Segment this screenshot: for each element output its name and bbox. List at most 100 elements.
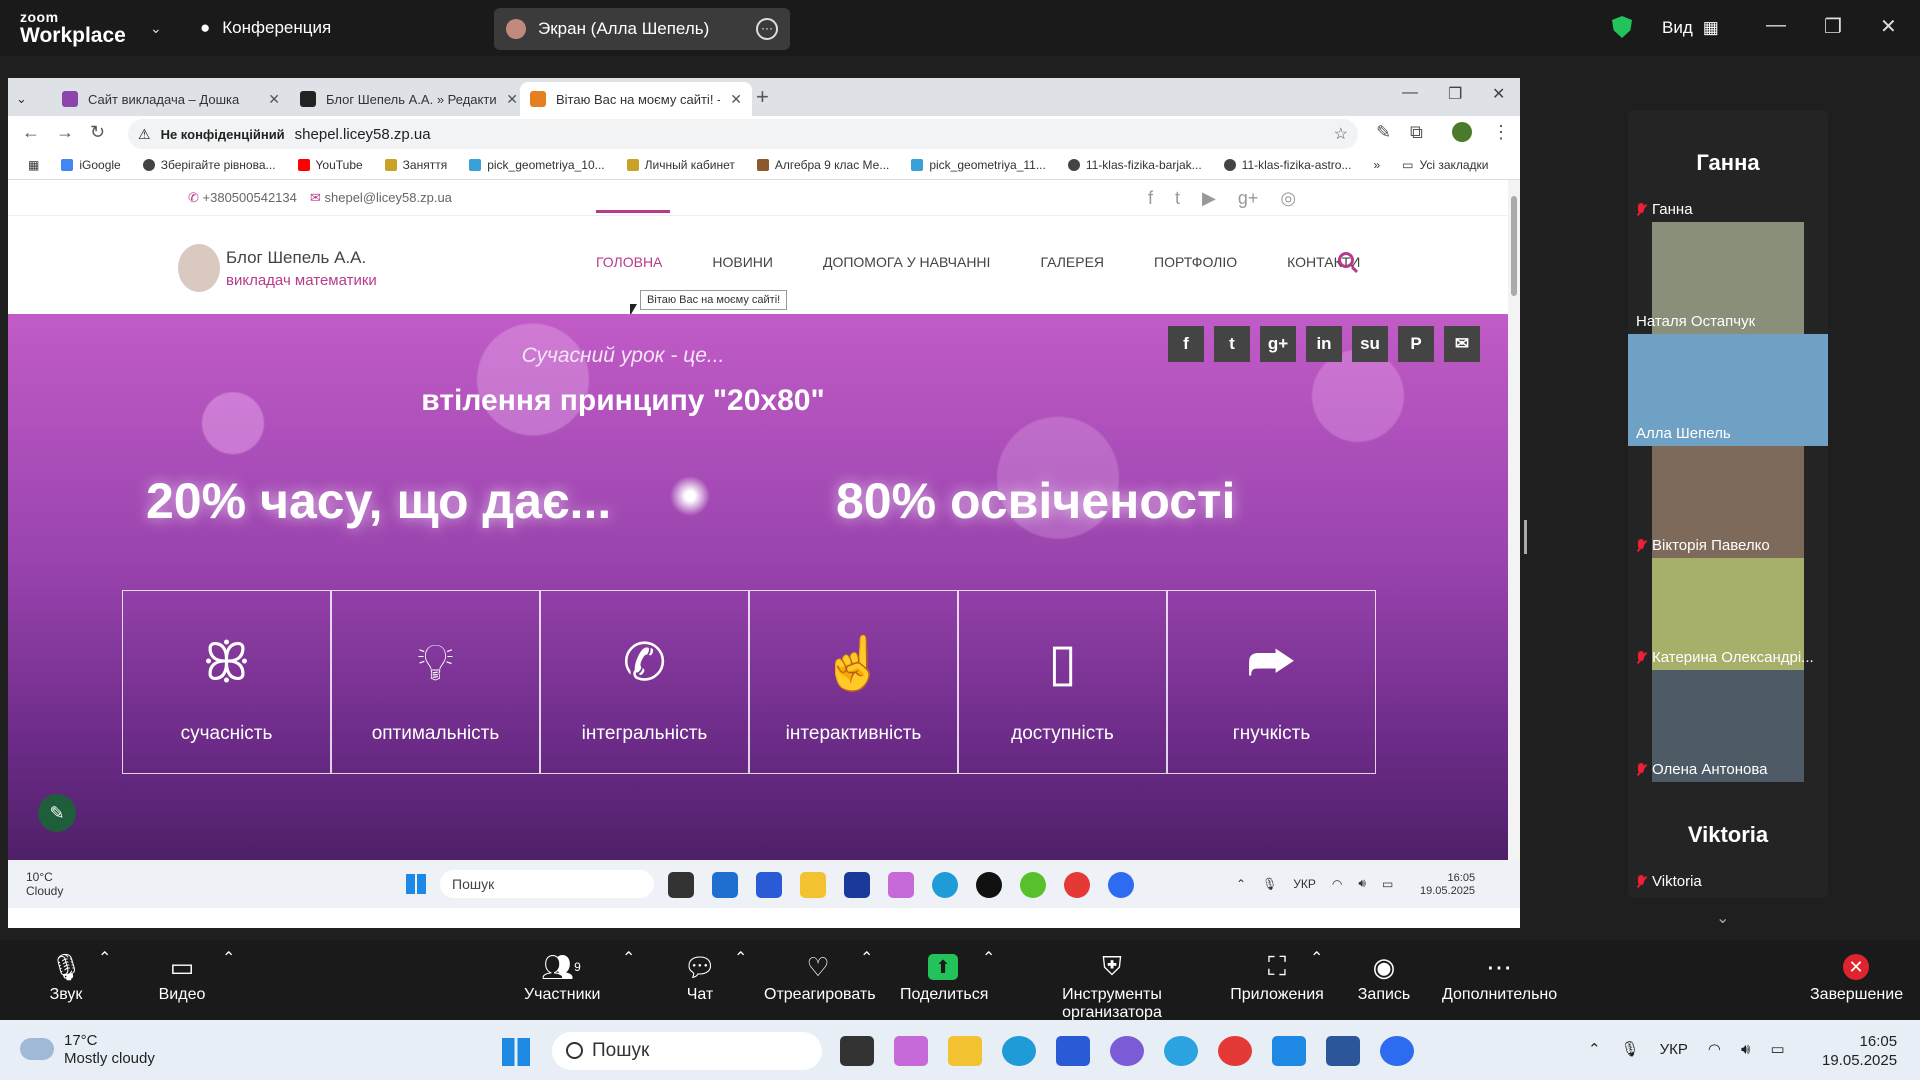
participant-tile[interactable]: Катерина Олександрі...: [1628, 558, 1828, 670]
twitter-icon[interactable]: t: [1175, 188, 1180, 209]
more-icon[interactable]: ···: [756, 18, 778, 40]
bookmark-item[interactable]: pick_geometriya_11...: [911, 158, 1046, 172]
chrome-icon[interactable]: [1218, 1036, 1252, 1066]
not-private-label[interactable]: Не конфіденційний: [161, 127, 285, 142]
wifi-icon[interactable]: ◠: [1332, 877, 1342, 891]
tab-welcome[interactable]: Вітаю Вас на моєму сайті! - Бл ✕: [520, 82, 752, 116]
phone-text[interactable]: ✆ +380500542134: [188, 190, 297, 206]
store-icon[interactable]: [1056, 1036, 1090, 1066]
minimize-icon[interactable]: —: [1402, 84, 1418, 102]
stumbleupon-icon[interactable]: su: [1352, 326, 1388, 362]
google-plus-icon[interactable]: g+: [1260, 326, 1296, 362]
minimize-icon[interactable]: —: [1766, 14, 1786, 37]
menu-icon[interactable]: ⋮: [1492, 122, 1510, 143]
host-tools-button[interactable]: ⛨ Инструменты организатора: [1014, 948, 1210, 1022]
outlook-icon[interactable]: [712, 872, 738, 898]
restore-icon[interactable]: ❐: [1448, 84, 1462, 104]
tab-teacher-board[interactable]: Сайт викладача – Дошка ✕: [52, 82, 290, 116]
chevron-up-icon[interactable]: ⌃: [860, 948, 873, 968]
task-view-icon[interactable]: [840, 1036, 874, 1066]
windows-start-icon[interactable]: [502, 1038, 530, 1066]
mic-icon[interactable]: 🎙︎: [1262, 877, 1277, 891]
chevron-up-icon[interactable]: ⌃: [982, 948, 995, 968]
chevron-down-icon[interactable]: ⌄: [150, 20, 162, 37]
apps-grid-icon[interactable]: ▦: [28, 158, 39, 172]
chevron-up-icon[interactable]: ⌃: [222, 948, 235, 968]
participant-tile[interactable]: Ганна Ганна: [1628, 110, 1828, 222]
bookmark-item[interactable]: 11-klas-fizika-astro...: [1223, 158, 1351, 172]
folder-icon[interactable]: [948, 1036, 982, 1066]
participant-tile[interactable]: Наталя Остапчук: [1628, 222, 1828, 334]
facebook-icon[interactable]: f: [1168, 326, 1204, 362]
video-button[interactable]: ▭ Видео: [156, 948, 208, 1004]
weather-widget[interactable]: 17°C Mostly cloudy: [64, 1032, 155, 1068]
edit-pencil-icon[interactable]: ✎: [38, 794, 76, 832]
email-text[interactable]: ✉ shepel@licey58.zp.ua: [310, 190, 452, 206]
volume-icon[interactable]: 🔊︎: [1741, 1041, 1750, 1058]
chevron-down-icon[interactable]: ⌄: [1716, 908, 1729, 928]
profile-icon[interactable]: [1452, 122, 1472, 142]
feature-box[interactable]: ⮫ гнучкість: [1167, 590, 1376, 774]
all-bookmarks[interactable]: ▭ Усі закладки: [1402, 158, 1488, 172]
close-icon[interactable]: ✕: [1880, 14, 1897, 39]
copilot-icon[interactable]: [888, 872, 914, 898]
google-plus-icon[interactable]: g+: [1238, 188, 1259, 209]
zoom-icon[interactable]: [1380, 1036, 1414, 1066]
record-button[interactable]: ◉ Запись: [1356, 948, 1412, 1004]
app-l-icon[interactable]: [844, 872, 870, 898]
feature-box[interactable]: ✆ інтегральність: [540, 590, 749, 774]
forward-icon[interactable]: →: [56, 122, 74, 143]
wifi-icon[interactable]: ◠: [1708, 1040, 1721, 1058]
reload-icon[interactable]: ↻: [90, 122, 105, 143]
close-icon[interactable]: ✕: [506, 91, 518, 108]
bookmark-item[interactable]: 11-klas-fizika-barjak...: [1067, 158, 1202, 172]
close-icon[interactable]: ✕: [268, 91, 280, 108]
zoom-icon[interactable]: [1108, 872, 1134, 898]
star-icon[interactable]: ☆: [1334, 124, 1348, 144]
screen-share-pill[interactable]: Экран (Алла Шепель) ···: [494, 8, 790, 50]
facebook-icon[interactable]: f: [1148, 188, 1153, 209]
taskbar-search[interactable]: Пошук: [552, 1032, 822, 1070]
participant-tile[interactable]: Олена Антонова: [1628, 670, 1828, 782]
chevron-up-icon[interactable]: ⌃: [1310, 948, 1323, 968]
participant-tile[interactable]: Вікторія Павелко: [1628, 446, 1828, 558]
pinterest-icon[interactable]: P: [1398, 326, 1434, 362]
photos-icon[interactable]: [1272, 1036, 1306, 1066]
bookmark-item[interactable]: iGoogle: [61, 158, 121, 172]
chevron-up-icon[interactable]: ⌃: [1588, 1040, 1601, 1058]
address-bar[interactable]: ⚠ Не конфіденційний shepel.licey58.zp.ua…: [128, 119, 1358, 149]
bookmark-item[interactable]: Зберігайте рівнова...: [142, 158, 276, 172]
scrollbar-thumb[interactable]: [1511, 196, 1517, 296]
feature-box[interactable]: ▯ доступність: [958, 590, 1167, 774]
participant-tile[interactable]: Viktoria Viktoria: [1628, 782, 1828, 894]
linkedin-icon[interactable]: in: [1306, 326, 1342, 362]
copilot-icon[interactable]: [894, 1036, 928, 1066]
youtube-icon[interactable]: ▶: [1202, 188, 1216, 209]
twitter-icon[interactable]: t: [1214, 326, 1250, 362]
task-view-icon[interactable]: [668, 872, 694, 898]
avatar[interactable]: [178, 244, 220, 292]
scrollbar[interactable]: [1508, 180, 1520, 860]
close-icon[interactable]: ✕: [730, 91, 742, 108]
view-button[interactable]: Вид ▦: [1662, 18, 1719, 38]
menu-item-portfolio[interactable]: ПОРТФОЛІО: [1154, 254, 1237, 270]
site-brand[interactable]: Блог Шепель А.А. викладач математики: [226, 248, 377, 289]
end-button[interactable]: ✕ Завершение: [1810, 948, 1903, 1004]
menu-item-help[interactable]: ДОПОМОГА У НАВЧАННІ: [823, 254, 990, 270]
battery-icon[interactable]: ▭: [1770, 1040, 1784, 1058]
security-shield-icon[interactable]: [1612, 16, 1632, 38]
windows-start-icon[interactable]: [406, 874, 426, 894]
bookmark-item[interactable]: Алгебра 9 клас Ме...: [756, 158, 889, 172]
duolingo-icon[interactable]: [1020, 872, 1046, 898]
clock[interactable]: 16:05 19.05.2025: [1420, 872, 1475, 898]
feature-box[interactable]: ꕥ сучасність: [122, 590, 331, 774]
more-button[interactable]: ⋯ Дополнительно: [1442, 948, 1557, 1004]
extension-icon[interactable]: ✎: [1376, 122, 1391, 143]
participant-tile-active-speaker[interactable]: Алла Шепель: [1628, 334, 1828, 446]
clock[interactable]: 16:05 19.05.2025: [1822, 1032, 1897, 1070]
language-indicator[interactable]: УКР: [1293, 877, 1316, 891]
viber-icon[interactable]: [1110, 1036, 1144, 1066]
word-icon[interactable]: [1326, 1036, 1360, 1066]
url-text[interactable]: shepel.licey58.zp.ua: [295, 126, 431, 143]
bookmark-item[interactable]: pick_geometriya_10...: [469, 158, 605, 172]
